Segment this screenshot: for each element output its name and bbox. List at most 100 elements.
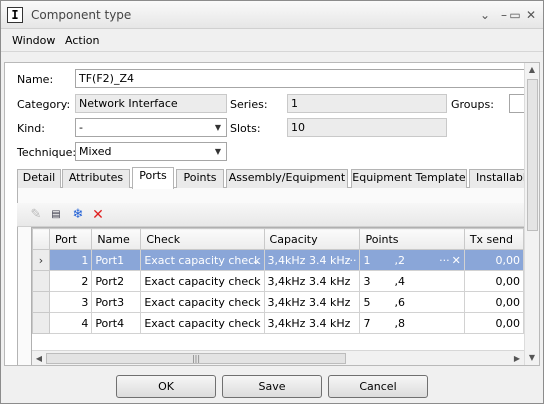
name-field[interactable]: TF(F2)_Z4 (75, 69, 525, 88)
points-cell-a: 5 (363, 295, 371, 309)
save-icon[interactable]: ▤ (47, 206, 65, 224)
table-row[interactable]: 3 Port3 Exact capacity check 3,4kHz 3.4 … (32, 291, 524, 313)
capacity-cell[interactable]: 3,4kHz 3.4 kHz (263, 270, 361, 292)
port-cell[interactable]: 3 (48, 291, 93, 313)
port-cell[interactable]: 1 (48, 249, 93, 271)
tab-assembly-equipment[interactable]: Assembly/Equipment (226, 169, 348, 188)
form-scrollbar-thumb[interactable] (527, 79, 538, 231)
check-cell[interactable]: Exact capacity check (140, 270, 265, 292)
row-header-cell[interactable] (32, 291, 50, 313)
form-content: Name: TF(F2)_Z4 Category: Network Interf… (4, 62, 540, 366)
close-window-icon[interactable]: ✕ (523, 7, 539, 23)
tab-attributes[interactable]: Attributes (62, 169, 130, 188)
column-header-capacity[interactable]: Capacity (263, 228, 361, 250)
table-row[interactable]: › 1 Port1 ⌄ Exact capacity check ··· 3,4kH… (32, 249, 524, 271)
row-header-cell[interactable] (32, 270, 50, 292)
tab-strip: Detail Attributes Ports Points Assembly/… (17, 167, 527, 189)
series-field: 1 (287, 94, 447, 113)
grid-horizontal-scrollbar[interactable]: ◀ ||| ▶ (32, 350, 524, 365)
points-cell[interactable]: 3,4 (359, 270, 465, 292)
name-label: Name: (17, 73, 54, 86)
save-button[interactable]: Save (222, 375, 322, 398)
ok-button[interactable]: OK (116, 375, 216, 398)
category-label: Category: (17, 98, 71, 111)
column-header-port[interactable]: Port (48, 228, 93, 250)
tab-equipment-template[interactable]: Equipment Template (351, 169, 467, 188)
points-ellipsis-icon[interactable]: ··· (439, 254, 450, 267)
scroll-down-arrow-icon[interactable]: ▼ (525, 351, 539, 365)
points-cell[interactable]: ✕ ··· 1 ,2 (359, 249, 465, 271)
name-cell[interactable]: Port1 (91, 249, 142, 271)
tx-send-cell[interactable]: 0,00 (463, 270, 524, 292)
menu-bar: Window Action (1, 30, 543, 52)
column-header-check[interactable]: Check (140, 228, 265, 250)
tab-detail[interactable]: Detail (17, 169, 61, 188)
scroll-right-arrow-icon[interactable]: ▶ (510, 352, 524, 365)
check-cell-text: Exact capacity check (144, 253, 261, 267)
menu-window[interactable]: Window (12, 34, 55, 47)
port-cell[interactable]: 4 (48, 312, 93, 334)
slots-label: Slots: (230, 122, 261, 135)
row-selected-indicator-icon[interactable]: › (32, 249, 50, 271)
tx-send-cell[interactable]: 0,00 (463, 249, 524, 271)
groups-field[interactable] (509, 94, 525, 113)
column-header-points[interactable]: Points (359, 228, 465, 250)
capacity-cell[interactable]: 3,4kHz 3.4 kHz (263, 312, 361, 334)
check-cell[interactable]: ⌄ Exact capacity check (140, 249, 265, 271)
maximize-window-icon[interactable]: ▭ (506, 7, 524, 23)
scroll-up-arrow-icon[interactable]: ▲ (525, 63, 539, 77)
port-cell[interactable]: 2 (48, 270, 93, 292)
check-cell[interactable]: Exact capacity check (140, 291, 265, 313)
name-cell[interactable]: Port3 (91, 291, 142, 313)
capacity-cell[interactable]: ··· 3,4kHz 3.4 kHz (263, 249, 361, 271)
name-cell[interactable]: Port2 (91, 270, 142, 292)
kind-dropdown[interactable]: - ▼ (75, 118, 227, 137)
ports-grid: Port Name Check Capacity Points Tx send … (31, 227, 525, 365)
points-cell[interactable]: 7,8 (359, 312, 465, 334)
ports-toolbar: ✎ ▤ ❄ ✕ (17, 203, 525, 227)
technique-chevron-down-icon[interactable]: ▼ (212, 145, 224, 158)
tab-points[interactable]: Points (176, 169, 224, 188)
points-cell-b: ,2 (394, 253, 405, 267)
column-header-name[interactable]: Name (91, 228, 142, 250)
edit-icon: ✎ (30, 207, 42, 222)
ports-table: Port Name Check Capacity Points Tx send … (32, 228, 524, 334)
tab-installable[interactable]: Installable i (469, 169, 527, 188)
capacity-cell-text: 3,4kHz 3.4 kHz (267, 253, 351, 267)
tx-send-cell[interactable]: 0,00 (463, 291, 524, 313)
app-icon: I (7, 7, 23, 23)
check-cell[interactable]: Exact capacity check (140, 312, 265, 334)
delete-icon[interactable]: ✕ (89, 206, 107, 224)
technique-value: Mixed (79, 145, 112, 158)
title-bar: I Component type ⌄ – ▭ ✕ (1, 1, 543, 29)
groups-label: Groups: (451, 98, 494, 111)
points-cell-a: 3 (363, 274, 371, 288)
collapse-window-icon[interactable]: ⌄ (477, 7, 493, 23)
tx-send-cell[interactable]: 0,00 (463, 312, 524, 334)
snowflake-icon[interactable]: ❄ (69, 206, 87, 224)
points-cell-a: 1 (363, 253, 371, 267)
points-cell-a: 7 (363, 316, 371, 330)
window-title: Component type (31, 8, 132, 22)
capacity-cell[interactable]: 3,4kHz 3.4 kHz (263, 291, 361, 313)
row-header-cell[interactable] (32, 312, 50, 334)
technique-dropdown[interactable]: Mixed ▼ (75, 142, 227, 161)
form-vertical-scrollbar[interactable]: ▲ ▼ (524, 63, 539, 365)
grid-scrollbar-thumb[interactable]: ||| (46, 353, 346, 364)
points-cell[interactable]: 5,6 (359, 291, 465, 313)
column-header-tx-send[interactable]: Tx send (463, 228, 524, 250)
table-row[interactable]: 2 Port2 Exact capacity check 3,4kHz 3.4 … (32, 270, 524, 292)
cancel-button[interactable]: Cancel (328, 375, 428, 398)
tab-ports[interactable]: Ports (132, 167, 174, 189)
name-cell[interactable]: Port4 (91, 312, 142, 334)
points-clear-icon[interactable]: ✕ (452, 254, 461, 267)
table-row[interactable]: 4 Port4 Exact capacity check 3,4kHz 3.4 … (32, 312, 524, 334)
menu-action[interactable]: Action (65, 34, 99, 47)
table-header-row: Port Name Check Capacity Points Tx send (32, 228, 524, 250)
technique-label: Technique: (17, 146, 77, 159)
points-cell-b: ,8 (394, 316, 405, 330)
kind-chevron-down-icon[interactable]: ▼ (212, 121, 224, 134)
kind-value: - (79, 121, 83, 134)
kind-label: Kind: (17, 122, 45, 135)
scroll-left-arrow-icon[interactable]: ◀ (32, 352, 46, 365)
